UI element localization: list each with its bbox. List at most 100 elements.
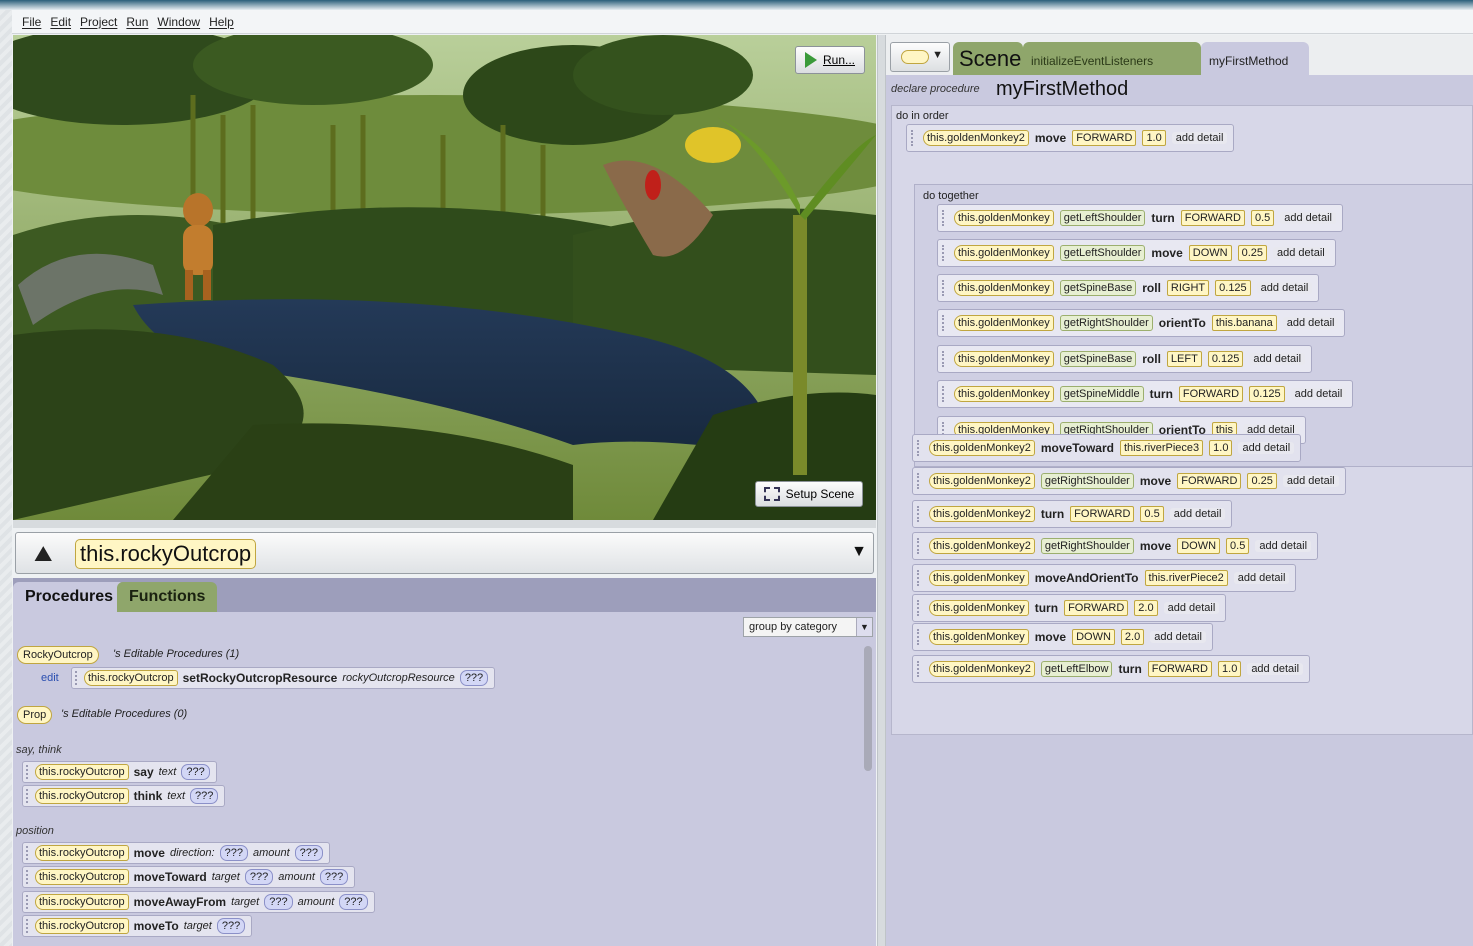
statement-subject[interactable]: this.goldenMonkey2 xyxy=(929,661,1035,677)
statement-joint[interactable]: getSpineMiddle xyxy=(1059,386,1144,402)
add-detail-button[interactable]: add detail xyxy=(1249,353,1306,365)
statement-arg[interactable]: 0.5 xyxy=(1226,538,1250,554)
drag-handle[interactable] xyxy=(942,210,946,226)
drag-handle[interactable] xyxy=(942,315,946,331)
drag-handle[interactable] xyxy=(942,351,946,367)
tile-value[interactable]: ??? xyxy=(181,764,210,780)
procedure-tile[interactable]: this.rockyOutcrop moveToward target ??? … xyxy=(22,866,356,888)
statement-arg[interactable]: FORWARD xyxy=(1178,386,1244,402)
menu-project[interactable]: Project xyxy=(80,15,117,29)
scene-viewer[interactable]: Run... Setup Scene xyxy=(13,35,876,520)
drag-handle[interactable] xyxy=(26,919,30,933)
statement-arg[interactable]: FORWARD xyxy=(1147,661,1213,677)
tab-functions[interactable]: Functions xyxy=(117,582,218,612)
add-detail-button[interactable]: add detail xyxy=(1255,540,1312,552)
add-detail-button[interactable]: add detail xyxy=(1256,282,1313,294)
statement-joint[interactable]: getSpineBase xyxy=(1059,351,1137,367)
statement-arg[interactable]: 0.125 xyxy=(1215,280,1251,296)
statement-subject[interactable]: this.goldenMonkey xyxy=(954,315,1054,331)
drag-handle[interactable] xyxy=(75,671,79,685)
statement-row[interactable]: this.goldenMonkey2 getLeftElbow turn FOR… xyxy=(912,655,1311,683)
statement-arg[interactable]: 0.125 xyxy=(1249,386,1285,402)
statement-row[interactable]: this.goldenMonkey2 move FORWARD 1.0 add … xyxy=(906,124,1235,152)
drag-handle[interactable] xyxy=(917,661,921,677)
drag-handle[interactable] xyxy=(942,280,946,296)
statement-subject[interactable]: this.goldenMonkey xyxy=(954,245,1054,261)
statement-arg[interactable]: 0.5 xyxy=(1250,210,1275,226)
procedure-tile[interactable]: this.rockyOutcrop moveAwayFrom target ??… xyxy=(22,891,375,913)
statement-row[interactable]: this.goldenMonkey turn FORWARD 2.0 add d… xyxy=(912,594,1227,622)
tile-value[interactable]: ??? xyxy=(294,845,324,861)
horizontal-splitter[interactable] xyxy=(13,520,876,528)
statement-row[interactable]: this.goldenMonkey getSpineBase roll LEFT… xyxy=(937,345,1313,373)
drag-handle[interactable] xyxy=(917,538,921,554)
statement-subject[interactable]: this.goldenMonkey xyxy=(954,210,1054,226)
statement-joint[interactable]: getRightShoulder xyxy=(1040,538,1134,554)
statement-arg[interactable]: 1.0 xyxy=(1218,661,1242,677)
add-detail-button[interactable]: add detail xyxy=(1169,508,1226,520)
statement-subject[interactable]: this.goldenMonkey2 xyxy=(923,130,1029,146)
procedures-scrollbar[interactable] xyxy=(864,646,872,771)
statement-arg[interactable]: 2.0 xyxy=(1134,600,1158,616)
menu-help[interactable]: Help xyxy=(209,15,234,29)
statement-subject[interactable]: this.goldenMonkey xyxy=(929,570,1029,586)
statement-joint[interactable]: getRightShoulder xyxy=(1040,473,1134,489)
statement-subject[interactable]: this.goldenMonkey xyxy=(929,600,1029,616)
drag-handle[interactable] xyxy=(26,789,30,803)
procedure-tile[interactable]: this.rockyOutcrop setRockyOutcropResourc… xyxy=(71,667,496,689)
tile-value[interactable]: ??? xyxy=(190,788,219,804)
drag-handle[interactable] xyxy=(942,245,946,261)
tab-scene[interactable]: Scene xyxy=(953,42,1023,75)
statement-joint[interactable]: getSpineBase xyxy=(1059,280,1137,296)
statement-arg[interactable]: LEFT xyxy=(1166,351,1202,367)
drag-handle[interactable] xyxy=(917,600,921,616)
do-in-order-block[interactable]: do in order this.goldenMonkey2 move FORW… xyxy=(891,105,1473,735)
statement-arg[interactable]: FORWARD xyxy=(1072,130,1137,146)
procedure-tile[interactable]: this.rockyOutcrop move direction: ??? am… xyxy=(22,842,331,864)
statement-row[interactable]: this.goldenMonkey getRightShoulder orien… xyxy=(937,309,1346,337)
statement-row[interactable]: this.goldenMonkey2 getRightShoulder move… xyxy=(912,532,1319,560)
group-by-select[interactable]: group by category ▼ xyxy=(743,617,873,637)
add-detail-button[interactable]: add detail xyxy=(1150,631,1206,643)
statement-arg[interactable]: this.riverPiece2 xyxy=(1144,570,1228,586)
menu-window[interactable]: Window xyxy=(157,15,200,29)
tile-value[interactable]: ??? xyxy=(219,845,248,861)
statement-subject[interactable]: this.goldenMonkey2 xyxy=(929,440,1035,456)
drag-handle[interactable] xyxy=(942,386,946,402)
statement-row[interactable]: this.goldenMonkey2 moveToward this.river… xyxy=(912,434,1302,462)
statement-arg[interactable]: 1.0 xyxy=(1209,440,1233,456)
statement-joint[interactable]: getLeftShoulder xyxy=(1059,210,1146,226)
statement-subject[interactable]: this.goldenMonkey2 xyxy=(929,506,1035,522)
do-together-block[interactable]: do together this.goldenMonkey getLeftSho… xyxy=(914,184,1473,467)
statement-row[interactable]: this.goldenMonkey getLeftShoulder move D… xyxy=(937,239,1336,267)
statement-row[interactable]: this.goldenMonkey moveAndOrientTo this.r… xyxy=(912,564,1297,592)
statement-subject[interactable]: this.goldenMonkey xyxy=(954,386,1054,402)
run-button[interactable]: Run... xyxy=(795,46,865,74)
statement-joint[interactable]: getRightShoulder xyxy=(1059,315,1153,331)
statement-subject[interactable]: this.goldenMonkey xyxy=(954,280,1054,296)
edit-link[interactable]: edit xyxy=(41,672,59,684)
drag-handle[interactable] xyxy=(917,570,921,586)
tab-initialize-event-listeners[interactable]: initializeEventListeners xyxy=(1023,42,1201,75)
tab-my-first-method[interactable]: myFirstMethod xyxy=(1201,42,1309,75)
add-detail-button[interactable]: add detail xyxy=(1273,247,1329,259)
drag-handle[interactable] xyxy=(26,765,30,779)
statement-arg[interactable]: 0.25 xyxy=(1247,473,1277,489)
statement-row[interactable]: this.goldenMonkey getSpineMiddle turn FO… xyxy=(937,380,1354,408)
add-detail-button[interactable]: add detail xyxy=(1233,572,1290,584)
procedure-tile[interactable]: this.rockyOutcrop think text ??? xyxy=(22,785,226,807)
type-selector[interactable]: ▼ xyxy=(890,42,950,72)
tile-value[interactable]: ??? xyxy=(339,894,368,910)
add-detail-button[interactable]: add detail xyxy=(1163,602,1220,614)
class-pill-prop[interactable]: Prop xyxy=(17,706,53,724)
statement-subject[interactable]: this.goldenMonkey2 xyxy=(929,473,1035,489)
statement-arg[interactable]: DOWN xyxy=(1177,538,1221,554)
entity-selector[interactable]: ⛰ this.rockyOutcrop ▼ xyxy=(15,532,874,574)
add-detail-button[interactable]: add detail xyxy=(1290,388,1347,400)
drag-handle[interactable] xyxy=(917,440,921,456)
statement-arg[interactable]: this.banana xyxy=(1211,315,1277,331)
statement-arg[interactable]: 0.125 xyxy=(1207,351,1244,367)
statement-arg[interactable]: FORWARD xyxy=(1177,473,1242,489)
drag-handle[interactable] xyxy=(26,870,30,884)
statement-subject[interactable]: this.goldenMonkey xyxy=(929,629,1029,645)
